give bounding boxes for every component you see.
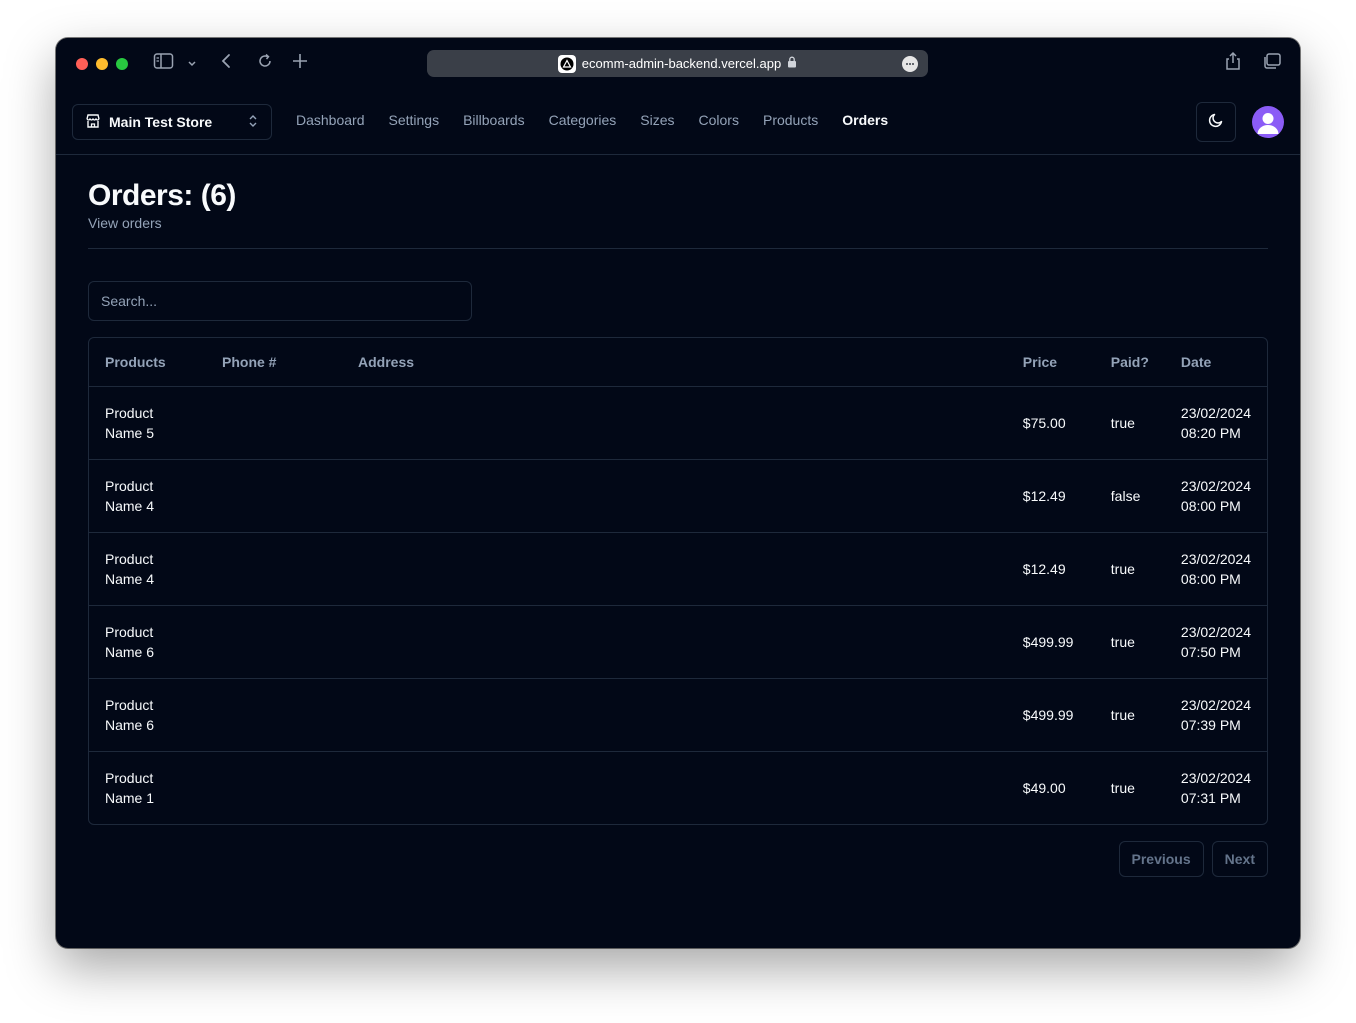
column-header-address: Address: [342, 338, 1007, 387]
app-navbar: Main Test Store Dashboard Settings Billb…: [56, 90, 1300, 155]
cell-paid: false: [1094, 459, 1165, 533]
next-page-button[interactable]: Next: [1211, 841, 1268, 877]
cell-address: [342, 532, 1007, 606]
nav-link-sizes[interactable]: Sizes: [640, 112, 674, 128]
cell-date: 23/02/2024 07:50 PM: [1164, 605, 1267, 679]
cell-paid: true: [1094, 678, 1165, 752]
browser-toolbar: ecomm-admin-backend.vercel.app: [56, 38, 1300, 90]
cell-price: $75.00: [1006, 386, 1095, 460]
theme-toggle-button[interactable]: [1196, 102, 1236, 142]
table-row: Product Name 4 $12.49 true 23/02/2024 08:0…: [89, 532, 1267, 606]
column-header-phone: Phone #: [206, 338, 342, 387]
divider: [88, 248, 1268, 249]
table-row: Product Name 6 $499.99 true 23/02/2024 07:…: [89, 678, 1267, 752]
url-text: ecomm-admin-backend.vercel.app: [581, 56, 782, 71]
chevrons-up-down-icon: [247, 113, 259, 132]
cell-products: Product Name 4: [89, 532, 206, 606]
cell-phone: [206, 532, 342, 606]
column-header-products: Products: [89, 338, 206, 387]
cell-date: 23/02/2024 07:39 PM: [1164, 678, 1267, 752]
nav-link-dashboard[interactable]: Dashboard: [296, 112, 365, 128]
nav-link-products[interactable]: Products: [763, 112, 818, 128]
minimize-window-button[interactable]: [96, 58, 108, 70]
cell-paid: true: [1094, 605, 1165, 679]
table-row: Product Name 6 $499.99 true 23/02/2024 07:…: [89, 605, 1267, 679]
cell-products: Product Name 6: [89, 605, 206, 679]
cell-date: 23/02/2024 08:00 PM: [1164, 532, 1267, 606]
moon-icon: [1207, 111, 1225, 134]
cell-price: $49.00: [1022, 779, 1066, 796]
cell-phone: [206, 605, 342, 679]
table-row: Product Name 4 $12.49 false 23/02/2024 08:…: [89, 459, 1267, 533]
cell-phone: [206, 459, 342, 533]
cell-address: [342, 459, 1007, 533]
cell-paid: true: [1094, 386, 1165, 460]
back-arrow-icon[interactable]: [219, 52, 233, 75]
nav-link-colors[interactable]: Colors: [699, 112, 739, 128]
cell-price: $499.99: [1006, 605, 1095, 679]
cell-products: Product Name 4: [89, 459, 206, 533]
address-bar[interactable]: ecomm-admin-backend.vercel.app: [427, 50, 928, 77]
cell-address: [342, 751, 1007, 824]
cell-paid: true: [1110, 779, 1135, 796]
page-options-icon[interactable]: [902, 56, 918, 72]
user-avatar[interactable]: [1252, 106, 1284, 138]
store-name: Main Test Store: [109, 114, 213, 130]
maximize-window-button[interactable]: [116, 58, 128, 70]
cell-phone: [206, 386, 342, 460]
cell-price: $12.49: [1006, 459, 1095, 533]
main-content: Orders: (6) View orders Products Phone #…: [88, 155, 1268, 877]
nav-link-billboards[interactable]: Billboards: [463, 112, 524, 128]
window-controls: [76, 58, 128, 70]
cell-address: [342, 605, 1007, 679]
table-header-row: Products Phone # Address Price Paid? Dat…: [89, 338, 1267, 387]
cell-products: Product Name 5: [89, 386, 206, 460]
search-input[interactable]: [88, 281, 472, 321]
page-description: View orders: [88, 215, 162, 231]
cell-products: Product Name 6: [89, 678, 206, 752]
table-row: Product Name 5 $75.00 true 23/02/2024 08:2…: [89, 386, 1267, 460]
cell-date: 23/02/2024 07:31 PM: [1180, 769, 1251, 806]
cell-date: 23/02/2024 08:20 PM: [1164, 386, 1267, 460]
column-header-date: Date: [1164, 338, 1267, 387]
share-icon[interactable]: [1224, 51, 1242, 76]
page-title: Orders: (6): [88, 179, 236, 212]
close-window-button[interactable]: [76, 58, 88, 70]
store-switcher[interactable]: Main Test Store: [72, 104, 272, 140]
tab-overview-icon[interactable]: [1262, 52, 1282, 75]
store-icon: [85, 113, 101, 132]
main-nav: Dashboard Settings Billboards Categories…: [296, 112, 912, 128]
column-header-paid: Paid?: [1094, 338, 1165, 387]
previous-page-button[interactable]: Previous: [1118, 841, 1204, 877]
cell-address: [342, 678, 1007, 752]
cell-price: $499.99: [1006, 678, 1095, 752]
orders-table: Products Phone # Address Price Paid? Dat…: [88, 337, 1268, 825]
cell-paid: true: [1094, 532, 1165, 606]
reload-icon[interactable]: [256, 52, 274, 75]
cell-products: Product Name 1: [105, 769, 155, 806]
cell-phone: [206, 751, 342, 824]
chevron-down-icon[interactable]: [186, 56, 198, 74]
new-tab-icon[interactable]: [291, 52, 309, 75]
nav-link-orders[interactable]: Orders: [842, 112, 888, 128]
cell-price: $12.49: [1006, 532, 1095, 606]
column-header-price: Price: [1006, 338, 1095, 387]
cell-address: [342, 386, 1007, 460]
browser-window: ecomm-admin-backend.vercel.app Main Test…: [56, 38, 1300, 948]
lock-icon: [787, 56, 797, 71]
table-row: Product Name 1 $49.00 true 23/02/2024 07:3…: [89, 751, 1267, 824]
site-favicon-icon: [557, 54, 576, 73]
cell-date: 23/02/2024 08:00 PM: [1164, 459, 1267, 533]
pagination: Previous Next: [88, 841, 1268, 877]
cell-phone: [206, 678, 342, 752]
sidebar-toggle-icon[interactable]: [153, 52, 175, 75]
nav-link-categories[interactable]: Categories: [549, 112, 617, 128]
nav-link-settings[interactable]: Settings: [389, 112, 440, 128]
